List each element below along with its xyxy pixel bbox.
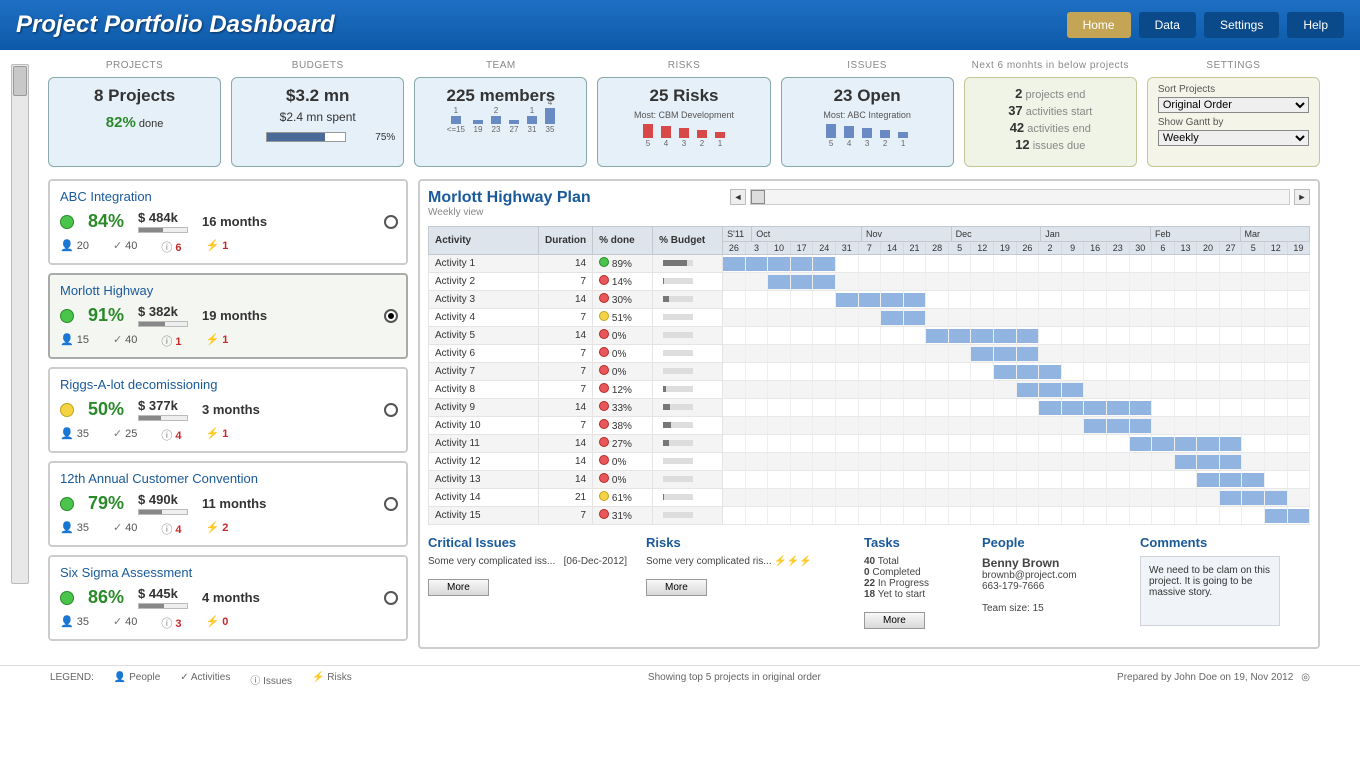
more-risks-button[interactable]: More (646, 579, 707, 596)
project-pct: 50% (88, 399, 124, 420)
nav-data[interactable]: Data (1139, 12, 1196, 38)
project-name: 12th Annual Customer Convention (60, 471, 396, 486)
status-dot (60, 403, 74, 417)
card-team: 225 members1<=151922327131435 (414, 77, 587, 167)
page-title: Project Portfolio Dashboard (16, 11, 335, 39)
project-radio[interactable] (384, 591, 398, 605)
card-budgets: $3.2 mn$2.4 mn spent75% (231, 77, 404, 167)
info-risks: Risks Some very complicated ris... ⚡⚡⚡ M… (646, 535, 846, 629)
card-risks: 25 RisksMost: CBM Development54321 (597, 77, 770, 167)
card-settings: Sort ProjectsOriginal OrderShow Gantt by… (1147, 77, 1320, 167)
nav-settings[interactable]: Settings (1204, 12, 1279, 38)
card-label: SETTINGS (1147, 60, 1320, 71)
legend-issues: ⓘ Issues (250, 672, 292, 687)
project-pct: 84% (88, 211, 124, 232)
gantt-select[interactable]: Weekly (1158, 130, 1309, 146)
detail-title: Morlott Highway Plan (428, 189, 591, 207)
card-label: Next 6 monhts in below projects (964, 60, 1137, 71)
card-issues: 23 OpenMost: ABC Integration54321 (781, 77, 954, 167)
project-name: Six Sigma Assessment (60, 565, 396, 580)
card-next6: 2 projects end37 activities start42 acti… (964, 77, 1137, 167)
project-radio[interactable] (384, 497, 398, 511)
project-name: Morlott Highway (60, 283, 396, 298)
card-projects: 8 Projects82% done (48, 77, 221, 167)
card-label: RISKS (597, 60, 770, 71)
card-label: BUDGETS (231, 60, 404, 71)
card-label: PROJECTS (48, 60, 221, 71)
footer: LEGEND: 👤 People ✓ Activities ⓘ Issues ⚡… (0, 665, 1360, 693)
card-label: ISSUES (781, 60, 954, 71)
project-item[interactable]: ABC Integration 84% $ 484k 16 months 👤20… (48, 179, 408, 265)
project-name: ABC Integration (60, 189, 396, 204)
legend-activities: ✓ Activities (180, 672, 230, 687)
nav-home[interactable]: Home (1067, 12, 1131, 38)
project-pct: 86% (88, 587, 124, 608)
detail-subtitle: Weekly view (428, 207, 591, 218)
status-dot (60, 215, 74, 229)
project-item[interactable]: Morlott Highway 91% $ 382k 19 months 👤15… (48, 273, 408, 359)
header: Project Portfolio Dashboard Home Data Sett… (0, 0, 1360, 50)
sort-select[interactable]: Original Order (1158, 97, 1309, 113)
project-radio[interactable] (384, 309, 398, 323)
project-item[interactable]: Six Sigma Assessment 86% $ 445k 4 months… (48, 555, 408, 641)
project-pct: 91% (88, 305, 124, 326)
more-tasks-button[interactable]: More (864, 612, 925, 629)
projects-list: ABC Integration 84% $ 484k 16 months 👤20… (48, 179, 408, 649)
info-icon[interactable]: ◎ (1301, 672, 1310, 687)
project-item[interactable]: 12th Annual Customer Convention 79% $ 49… (48, 461, 408, 547)
project-pct: 79% (88, 493, 124, 514)
card-label: TEAM (414, 60, 587, 71)
gantt-date-slider[interactable]: ◄ ► (730, 189, 1310, 205)
legend-label: LEGEND: (50, 672, 94, 687)
info-tasks: Tasks 40 Total0 Completed22 In Progress1… (864, 535, 964, 629)
info-comments: Comments We need to be clam on this proj… (1140, 535, 1280, 629)
project-item[interactable]: Riggs-A-lot decomissioning 50% $ 377k 3 … (48, 367, 408, 453)
detail-panel: Morlott Highway Plan Weekly view ◄ ► Act… (418, 179, 1320, 649)
nav: Home Data Settings Help (1067, 12, 1344, 38)
gantt-activity-table: ActivityDuration% done% BudgetActivity 1… (428, 226, 723, 525)
legend-risks: ⚡ Risks (312, 672, 352, 687)
more-issues-button[interactable]: More (428, 579, 489, 596)
comment-box: We need to be clam on this project. It i… (1140, 556, 1280, 626)
status-dot (60, 497, 74, 511)
chevron-right-icon[interactable]: ► (1294, 189, 1310, 205)
info-issues: Critical Issues Some very complicated is… (428, 535, 628, 629)
status-dot (60, 309, 74, 323)
project-radio[interactable] (384, 215, 398, 229)
status-dot (60, 591, 74, 605)
scrollbar-left[interactable] (0, 60, 40, 649)
nav-help[interactable]: Help (1287, 12, 1344, 38)
project-name: Riggs-A-lot decomissioning (60, 377, 396, 392)
legend-people: 👤 People (114, 672, 160, 687)
project-radio[interactable] (384, 403, 398, 417)
info-people: People Benny Brownbrownb@project.com663-… (982, 535, 1122, 629)
chevron-left-icon[interactable]: ◄ (730, 189, 746, 205)
footer-right: Prepared by John Doe on 19, Nov 2012 (1117, 672, 1293, 687)
gantt-chart: S'11OctNovDecJanFebMar263101724317142128… (723, 226, 1310, 525)
footer-center: Showing top 5 projects in original order (352, 672, 1117, 687)
